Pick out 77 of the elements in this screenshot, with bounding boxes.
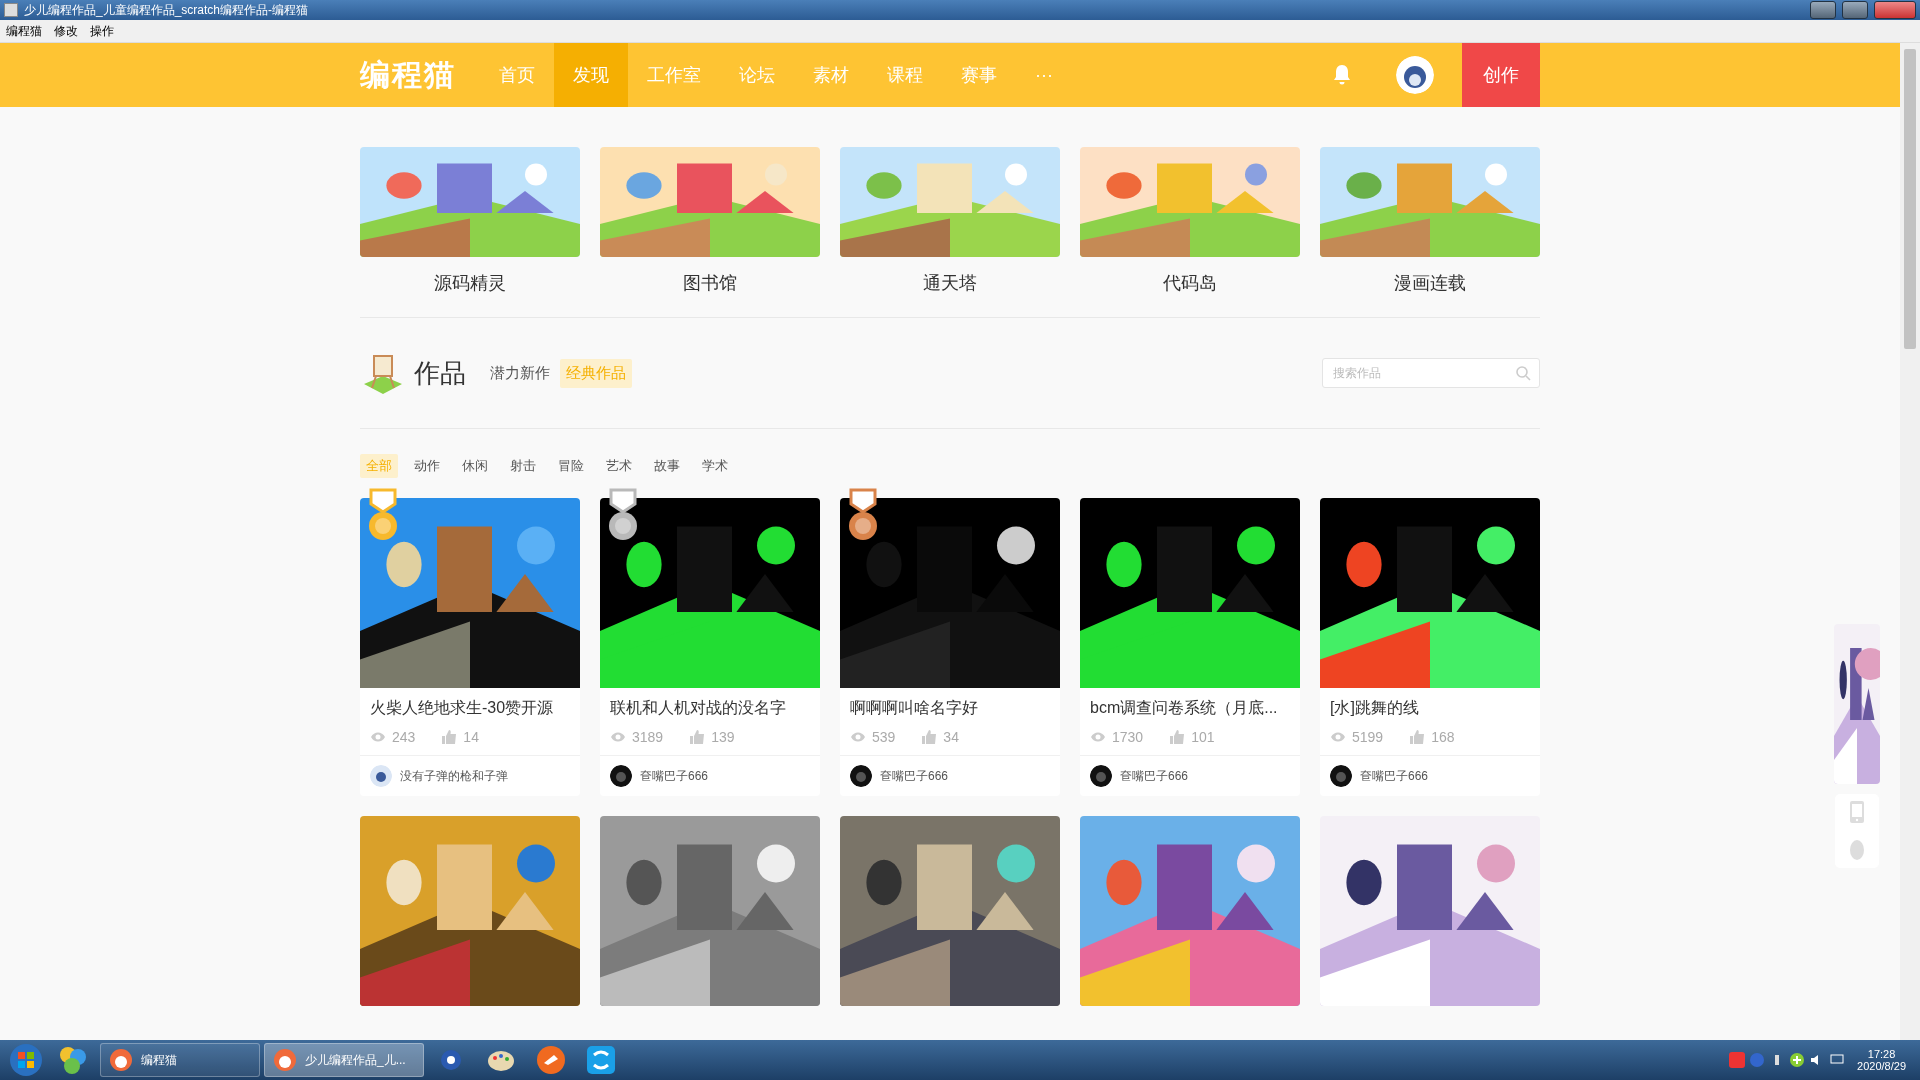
author-avatar[interactable] [1090,765,1112,787]
category-filter[interactable]: 休闲 [456,454,494,478]
work-card[interactable]: bcm调查问卷系统（月底... 1730 101 奆嘴巴子666 [1080,498,1300,796]
taskbar-window[interactable]: 少儿编程作品_儿... [264,1043,424,1077]
eye-icon [1330,730,1346,744]
view-count: 1730 [1112,729,1144,745]
shield-icon[interactable] [1789,1052,1806,1068]
thumbs-up-icon [689,730,706,744]
work-card[interactable]: 联机和人机对战的没名字 3189 139 奆嘴巴子666 [600,498,820,796]
work-card[interactable]: 火柴人绝地求生-30赞开源 243 14 没有子弹的枪和子弹 [360,498,580,796]
category-filter[interactable]: 射击 [504,454,542,478]
category-filter[interactable]: 动作 [408,454,446,478]
eye-icon [370,730,386,744]
close-button[interactable] [1874,1,1916,19]
minimize-button[interactable] [1810,1,1836,19]
eye-icon [1090,730,1106,744]
clock-date: 2020/8/29 [1857,1060,1906,1072]
work-title[interactable]: 联机和人机对战的没名字 [600,688,820,719]
window-title: 少儿编程作品_儿童编程作品_scratch编程作品-编程猫 [24,1,309,19]
work-title[interactable]: 啊啊啊叫啥名字好 [840,688,1060,719]
work-card[interactable]: 啊啊啊叫啥名字好 539 34 奆嘴巴子666 [840,498,1060,796]
menu-item[interactable]: 修改 [54,22,78,40]
menu-item[interactable]: 编程猫 [6,22,42,40]
author-name[interactable]: 奆嘴巴子666 [640,767,709,785]
menu-item[interactable]: 操作 [90,22,114,40]
like-count: 168 [1431,729,1455,745]
author-avatar[interactable] [610,765,632,787]
app-icon [4,3,18,17]
author-name[interactable]: 没有子弹的枪和子弹 [400,767,508,785]
view-count: 243 [392,729,416,745]
work-title[interactable]: [水]跳舞的线 [1320,688,1540,719]
medal-icon [608,488,638,542]
scrollbar-thumb[interactable] [1904,49,1916,349]
view-count: 3189 [632,729,664,745]
section-title: 作品 [414,356,466,390]
author-name[interactable]: 奆嘴巴子666 [880,767,949,785]
thumbs-up-icon [921,730,938,744]
works-tab[interactable]: 潜力新作 [484,358,556,388]
view-count: 539 [872,729,896,745]
category-filter[interactable]: 故事 [648,454,686,478]
app-icon[interactable] [584,1043,618,1077]
eye-icon [850,730,866,744]
work-title[interactable]: bcm调查问卷系统（月底... [1080,688,1300,719]
author-avatar[interactable] [1330,765,1352,787]
thumbs-up-icon [1409,730,1426,744]
category-filter[interactable]: 艺术 [600,454,638,478]
create-button[interactable]: 创作 [1462,43,1540,107]
like-count: 101 [1191,729,1215,745]
category-label[interactable]: 源码精灵 [434,271,506,295]
like-count: 139 [711,729,735,745]
view-count: 5199 [1352,729,1384,745]
taskbar-window[interactable]: 编程猫 [100,1043,260,1077]
work-card[interactable]: [水]跳舞的线 5199 168 奆嘴巴子666 [1320,498,1540,796]
category-filter[interactable]: 学术 [696,454,734,478]
category-label[interactable]: 图书馆 [683,271,737,295]
eye-icon [610,730,626,744]
search-field[interactable]: 搜索作品 [1322,358,1540,388]
clock-time: 17:28 [1867,1048,1896,1060]
category-filter[interactable]: 冒险 [552,454,590,478]
avatar[interactable] [1396,56,1434,94]
author-name[interactable]: 奆嘴巴子666 [1360,767,1429,785]
category-label[interactable]: 代码岛 [1163,271,1217,295]
thumbs-up-icon [441,730,458,744]
author-name[interactable]: 奆嘴巴子666 [1120,767,1189,785]
input-method-icon[interactable] [1729,1052,1746,1068]
author-avatar[interactable] [370,765,392,787]
category-label[interactable]: 通天塔 [923,271,977,295]
medal-icon [848,488,878,542]
author-avatar[interactable] [850,765,872,787]
medal-icon [368,488,398,542]
work-title[interactable]: 火柴人绝地求生-30赞开源 [360,688,580,719]
category-label[interactable]: 漫画连载 [1394,271,1466,295]
app-icon[interactable] [534,1043,568,1077]
thumbs-up-icon [1169,730,1186,744]
like-count: 14 [463,729,479,745]
maximize-button[interactable] [1842,1,1868,19]
like-count: 34 [943,729,959,745]
